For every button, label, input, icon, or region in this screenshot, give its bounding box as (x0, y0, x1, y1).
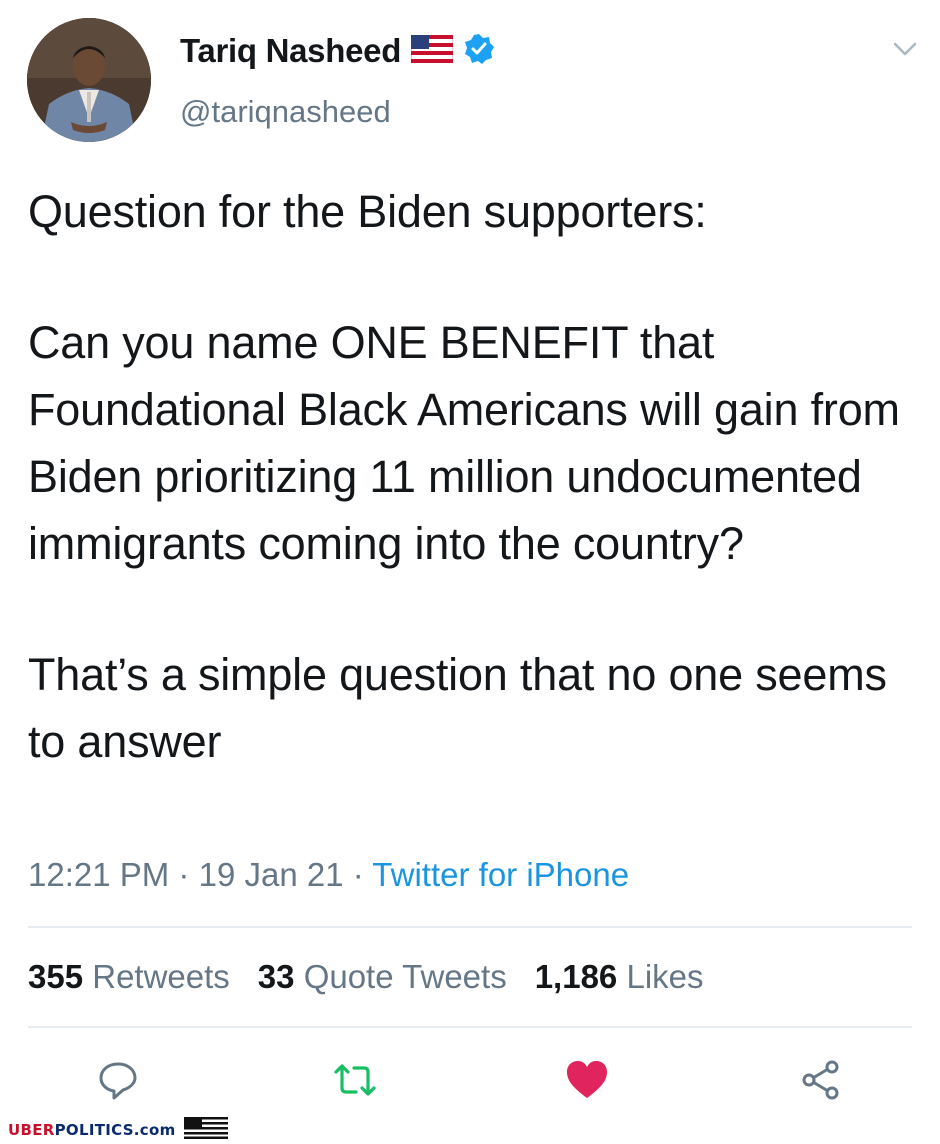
tweet-time[interactable]: 12:21 PM (28, 856, 169, 893)
retweet-icon[interactable] (330, 1058, 380, 1107)
tweet-date[interactable]: 19 Jan 21 (199, 856, 344, 893)
us-flag-icon (410, 34, 454, 68)
chevron-down-icon[interactable] (892, 40, 918, 63)
tweet-paragraph: Can you name ONE BENEFIT that Foundation… (28, 317, 900, 569)
action-bar (0, 1058, 940, 1108)
divider (28, 1026, 912, 1028)
reply-icon[interactable] (96, 1058, 140, 1107)
tweet-paragraph: Question for the Biden supporters: (28, 186, 707, 237)
watermark-text: UBERPOLITICS.com (8, 1121, 176, 1139)
tweet-paragraph: That’s a simple question that no one see… (28, 649, 887, 767)
separator: · (352, 856, 373, 893)
us-flag-icon (183, 1116, 228, 1144)
likes-stat[interactable]: 1,186 Likes (535, 958, 704, 996)
separator: · (178, 856, 199, 893)
like-icon[interactable] (564, 1058, 610, 1107)
share-icon[interactable] (798, 1058, 844, 1107)
handle[interactable]: @tariqnasheed (180, 94, 391, 130)
author-name-row: Tariq Nasheed (180, 32, 495, 70)
quote-tweets-stat[interactable]: 33 Quote Tweets (258, 958, 507, 996)
display-name[interactable]: Tariq Nasheed (180, 32, 401, 70)
divider (28, 926, 912, 928)
retweets-stat[interactable]: 355 Retweets (28, 958, 230, 996)
tweet-source[interactable]: Twitter for iPhone (372, 856, 629, 893)
verified-icon (463, 33, 495, 70)
tweet-meta: 12:21 PM · 19 Jan 21 · Twitter for iPhon… (28, 856, 629, 894)
avatar[interactable] (27, 18, 151, 142)
tweet-stats: 355 Retweets 33 Quote Tweets 1,186 Likes (28, 958, 704, 996)
tweet-text: Question for the Biden supporters: Can y… (28, 178, 918, 775)
watermark: UBERPOLITICS.com (0, 1116, 940, 1144)
